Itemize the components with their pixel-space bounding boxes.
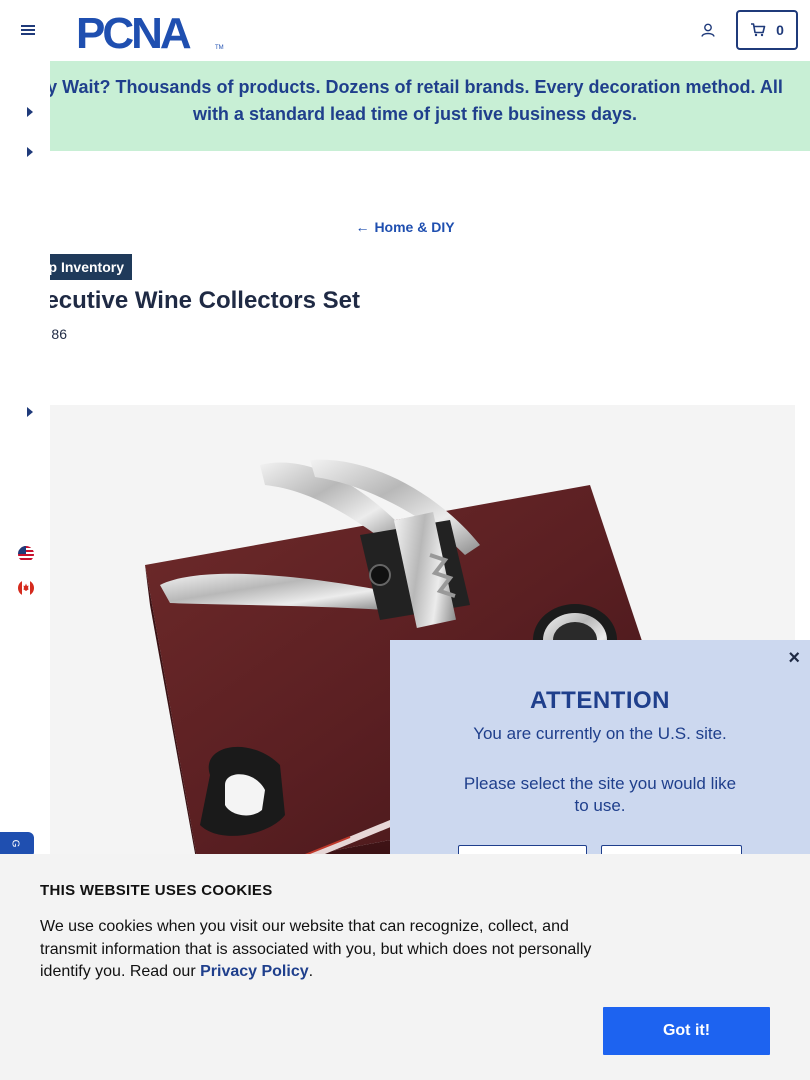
caret-right-icon[interactable] bbox=[25, 146, 35, 158]
cart-count: 0 bbox=[776, 22, 784, 38]
logo-trademark: TM bbox=[215, 45, 224, 51]
breadcrumb-back-link[interactable]: ← Home & DIY bbox=[355, 219, 454, 235]
cart-icon bbox=[751, 23, 766, 37]
promo-text: y Wait? Thousands of products. Dozens of… bbox=[20, 74, 810, 128]
modal-title: ATTENTION bbox=[529, 687, 671, 714]
modal-select-site-text: Please select the site you would like to… bbox=[463, 774, 737, 815]
promo-banner: y Wait? Thousands of products. Dozens of… bbox=[0, 61, 810, 151]
page: PCNA TM 0 y Wait? Thousands of products.… bbox=[0, 0, 810, 1080]
accept-cookies-button[interactable]: Got it! bbox=[603, 1007, 770, 1055]
product-title: ecutive Wine Collectors Set bbox=[0, 287, 500, 315]
cookie-banner: THIS WEBSITE USES COOKIES We use cookies… bbox=[0, 854, 810, 1080]
cookie-body: We use cookies when you visit our websit… bbox=[40, 918, 592, 980]
feedback-tab-label: G bbox=[9, 839, 21, 848]
product-title-text: ecutive Wine Collectors Set bbox=[45, 287, 360, 314]
cookie-text: We use cookies when you visit our websit… bbox=[40, 916, 610, 984]
site-header: PCNA TM 0 bbox=[0, 0, 810, 61]
cookie-period: . bbox=[308, 963, 314, 980]
caret-right-icon[interactable] bbox=[25, 406, 35, 418]
cart-button[interactable]: 0 bbox=[736, 10, 798, 50]
account-button[interactable] bbox=[694, 16, 722, 44]
cookie-title: THIS WEBSITE USES COOKIES bbox=[40, 882, 273, 899]
privacy-policy-link[interactable]: Privacy Policy bbox=[200, 963, 309, 980]
canada-flag-icon[interactable] bbox=[18, 580, 34, 596]
breadcrumb: ← Home & DIY bbox=[0, 219, 810, 235]
promo-text-line2: with a standard lead time of just five b… bbox=[192, 104, 638, 124]
promo-text-line1: y Wait? Thousands of products. Dozens of… bbox=[47, 77, 783, 97]
us-flag-icon[interactable] bbox=[18, 546, 34, 562]
arrow-left-icon: ← bbox=[355, 219, 370, 235]
pcna-logo[interactable]: PCNA TM bbox=[76, 9, 226, 58]
logo-text: PCNA bbox=[76, 11, 191, 51]
user-icon bbox=[701, 23, 715, 37]
menu-icon bbox=[21, 25, 35, 35]
breadcrumb-label: Home & DIY bbox=[374, 219, 455, 235]
close-icon[interactable]: × bbox=[788, 648, 800, 668]
caret-right-icon[interactable] bbox=[25, 106, 35, 118]
modal-current-site-text: You are currently on the U.S. site. bbox=[473, 724, 727, 743]
menu-button[interactable] bbox=[14, 18, 42, 42]
